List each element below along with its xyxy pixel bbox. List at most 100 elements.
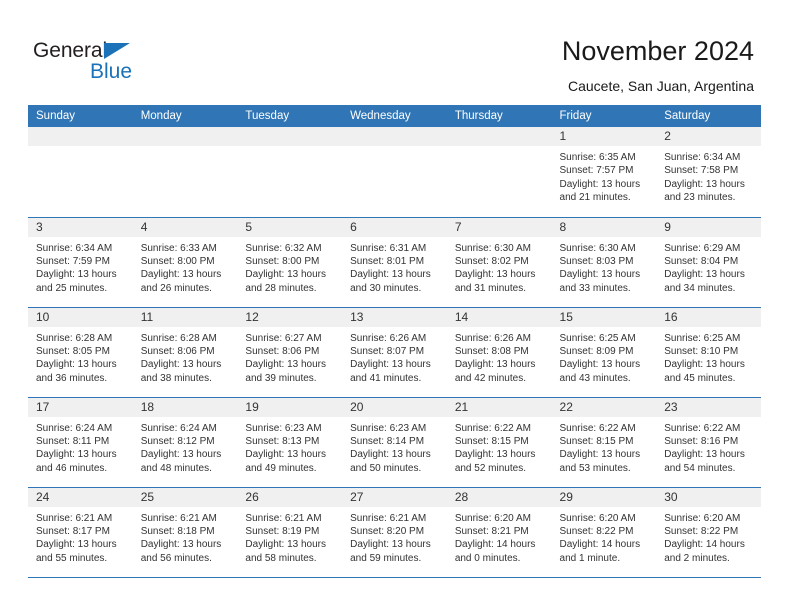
day-number [342, 127, 447, 146]
day-number: 14 [446, 307, 552, 327]
sun-info-line: Sunrise: 6:31 AM [350, 242, 427, 254]
day-number: 30 [656, 487, 761, 507]
sun-info-line: and 38 minutes. [140, 372, 212, 384]
sun-info-line: Sunset: 8:14 PM [350, 435, 425, 447]
sun-info-line: and 50 minutes. [350, 462, 422, 474]
calendar-day-cell[interactable]: 21 Sunrise: 6:22 AM Sunset: 8:15 PM Dayligh… [446, 396, 552, 487]
calendar-day-cell[interactable]: 24 Sunrise: 6:21 AM Sunset: 8:17 PM Dayligh… [28, 486, 133, 578]
day-number: 27 [342, 487, 447, 507]
sun-info-line: and 28 minutes. [245, 282, 317, 294]
calendar-day-cell[interactable]: 12 Sunrise: 6:27 AM Sunset: 8:06 PM Dayligh… [237, 306, 343, 397]
calendar-day-cell[interactable]: 23 Sunrise: 6:22 AM Sunset: 8:16 PM Dayligh… [656, 396, 761, 487]
weekday-header-sunday: Sunday [28, 105, 133, 127]
sun-info: Sunrise: 6:22 AM Sunset: 8:16 PM Daylight:… [656, 417, 761, 476]
weekday-header-saturday: Saturday [656, 105, 761, 127]
calendar-day-cell[interactable]: 8 Sunrise: 6:30 AM Sunset: 8:03 PM Daylight… [551, 216, 657, 307]
calendar-day-cell[interactable]: 15 Sunrise: 6:25 AM Sunset: 8:09 PM Dayligh… [551, 306, 657, 397]
day-number: 28 [446, 487, 552, 507]
sun-info-line: Sunset: 8:13 PM [245, 435, 320, 447]
sun-info-line: Sunrise: 6:28 AM [36, 332, 113, 344]
calendar-day-cell[interactable]: 17 Sunrise: 6:24 AM Sunset: 8:11 PM Dayligh… [28, 396, 133, 487]
weekday-header-tuesday: Tuesday [237, 105, 343, 127]
sun-info-line: Sunrise: 6:23 AM [245, 422, 322, 434]
logo-triangle-icon [104, 43, 130, 59]
sun-info: Sunrise: 6:21 AM Sunset: 8:19 PM Daylight:… [237, 507, 342, 566]
calendar-day-cell[interactable]: 2 Sunrise: 6:34 AM Sunset: 7:58 PM Daylight… [656, 127, 761, 217]
day-number: 23 [656, 397, 761, 417]
sun-info-line: Sunset: 8:22 PM [664, 525, 739, 537]
day-number: 22 [551, 397, 657, 417]
day-number: 24 [28, 487, 133, 507]
sun-info-line: and 2 minutes. [664, 552, 730, 564]
sun-info-line: Sunset: 8:19 PM [245, 525, 320, 537]
sun-info-line: and 30 minutes. [350, 282, 422, 294]
sun-info: Sunrise: 6:27 AM Sunset: 8:06 PM Daylight:… [237, 327, 342, 386]
sun-info-line: Sunrise: 6:20 AM [454, 512, 531, 524]
sun-info: Sunrise: 6:34 AM Sunset: 7:58 PM Daylight:… [656, 146, 761, 205]
calendar-day-cell[interactable]: 25 Sunrise: 6:21 AM Sunset: 8:18 PM Dayligh… [132, 486, 238, 578]
day-number: 17 [28, 397, 133, 417]
calendar-day-cell[interactable]: 1 Sunrise: 6:35 AM Sunset: 7:57 PM Daylight… [551, 127, 657, 217]
calendar-day-cell[interactable]: 11 Sunrise: 6:28 AM Sunset: 8:06 PM Dayligh… [132, 306, 238, 397]
general-blue-logo[interactable]: General Blue [33, 38, 163, 86]
day-number: 8 [551, 217, 657, 237]
calendar-day-cell[interactable]: 13 Sunrise: 6:26 AM Sunset: 8:07 PM Dayligh… [342, 306, 447, 397]
sun-info-line: Sunrise: 6:21 AM [350, 512, 427, 524]
sun-info: Sunrise: 6:33 AM Sunset: 8:00 PM Daylight:… [133, 237, 238, 296]
sun-info-line: Daylight: 13 hours [664, 359, 745, 371]
weekday-header-thursday: Thursday [446, 105, 552, 127]
day-number [446, 127, 552, 146]
calendar-day-cell[interactable]: 16 Sunrise: 6:25 AM Sunset: 8:10 PM Dayligh… [656, 306, 761, 397]
sun-info: Sunrise: 6:29 AM Sunset: 8:04 PM Daylight:… [656, 237, 761, 296]
calendar-day-cell[interactable]: 28 Sunrise: 6:20 AM Sunset: 8:21 PM Dayligh… [446, 486, 552, 578]
sun-info-line: and 42 minutes. [454, 372, 526, 384]
calendar-day-cell[interactable]: 27 Sunrise: 6:21 AM Sunset: 8:20 PM Dayligh… [342, 486, 447, 578]
calendar-day-cell[interactable]: 9 Sunrise: 6:29 AM Sunset: 8:04 PM Daylight… [656, 216, 761, 307]
sun-info: Sunrise: 6:20 AM Sunset: 8:22 PM Daylight:… [552, 507, 657, 566]
day-number: 3 [28, 217, 133, 237]
day-number: 11 [132, 307, 238, 327]
calendar-body: 1 Sunrise: 6:35 AM Sunset: 7:57 PM Daylight… [28, 127, 761, 578]
calendar-day-cell-empty [446, 127, 552, 217]
sun-info-line: Sunset: 8:09 PM [559, 345, 634, 357]
calendar-day-cell[interactable]: 6 Sunrise: 6:31 AM Sunset: 8:01 PM Daylight… [342, 216, 447, 307]
calendar-day-cell[interactable]: 22 Sunrise: 6:22 AM Sunset: 8:15 PM Dayligh… [551, 396, 657, 487]
sun-info-line: Daylight: 13 hours [36, 359, 117, 371]
sun-info: Sunrise: 6:20 AM Sunset: 8:22 PM Daylight:… [656, 507, 761, 566]
calendar-day-cell[interactable]: 26 Sunrise: 6:21 AM Sunset: 8:19 PM Dayligh… [237, 486, 343, 578]
calendar-day-cell[interactable]: 5 Sunrise: 6:32 AM Sunset: 8:00 PM Daylight… [237, 216, 343, 307]
day-number: 6 [342, 217, 447, 237]
calendar-day-cell[interactable]: 19 Sunrise: 6:23 AM Sunset: 8:13 PM Dayligh… [237, 396, 343, 487]
calendar-day-cell[interactable]: 10 Sunrise: 6:28 AM Sunset: 8:05 PM Dayligh… [28, 306, 133, 397]
page-header: General Blue November 2024 Caucete, San … [0, 0, 792, 100]
weekday-header-wednesday: Wednesday [342, 105, 447, 127]
sun-info-line: Daylight: 14 hours [664, 539, 745, 551]
calendar-day-cell[interactable]: 29 Sunrise: 6:20 AM Sunset: 8:22 PM Dayligh… [551, 486, 657, 578]
calendar-day-cell[interactable]: 18 Sunrise: 6:24 AM Sunset: 8:12 PM Dayligh… [132, 396, 238, 487]
sun-info: Sunrise: 6:35 AM Sunset: 7:57 PM Daylight:… [552, 146, 657, 205]
calendar-day-cell[interactable]: 4 Sunrise: 6:33 AM Sunset: 8:00 PM Daylight… [132, 216, 238, 307]
sun-info: Sunrise: 6:25 AM Sunset: 8:10 PM Daylight:… [656, 327, 761, 386]
sun-info-line: Daylight: 13 hours [454, 359, 536, 371]
sun-info-line: Sunset: 8:20 PM [350, 525, 425, 537]
sun-info-line: Daylight: 13 hours [245, 539, 327, 551]
sun-info-line: Sunset: 8:11 PM [36, 435, 110, 447]
sun-info: Sunrise: 6:30 AM Sunset: 8:03 PM Daylight:… [552, 237, 657, 296]
calendar-day-cell[interactable]: 7 Sunrise: 6:30 AM Sunset: 8:02 PM Daylight… [446, 216, 552, 307]
sun-info-line: and 21 minutes. [559, 192, 631, 204]
calendar-week-row: 17 Sunrise: 6:24 AM Sunset: 8:11 PM Dayligh… [28, 396, 761, 487]
calendar-day-cell[interactable]: 14 Sunrise: 6:26 AM Sunset: 8:08 PM Dayligh… [446, 306, 552, 397]
sun-info: Sunrise: 6:21 AM Sunset: 8:17 PM Daylight:… [28, 507, 133, 566]
calendar-day-cell[interactable]: 30 Sunrise: 6:20 AM Sunset: 8:22 PM Dayligh… [656, 486, 761, 578]
sun-info-line: Daylight: 13 hours [140, 359, 222, 371]
calendar-page: General Blue November 2024 Caucete, San … [0, 0, 792, 612]
sun-info: Sunrise: 6:30 AM Sunset: 8:02 PM Daylight:… [447, 237, 552, 296]
calendar-day-cell[interactable]: 20 Sunrise: 6:23 AM Sunset: 8:14 PM Dayligh… [342, 396, 447, 487]
calendar-week-row: 1 Sunrise: 6:35 AM Sunset: 7:57 PM Daylight… [28, 127, 761, 217]
sun-info-line: Sunset: 8:06 PM [245, 345, 320, 357]
sun-info-line: and 52 minutes. [454, 462, 526, 474]
sun-info-line: and 49 minutes. [245, 462, 317, 474]
calendar-day-cell[interactable]: 3 Sunrise: 6:34 AM Sunset: 7:59 PM Daylight… [28, 216, 133, 307]
sun-info-line: Sunrise: 6:34 AM [36, 242, 113, 254]
sun-info-line: Daylight: 13 hours [350, 449, 431, 461]
